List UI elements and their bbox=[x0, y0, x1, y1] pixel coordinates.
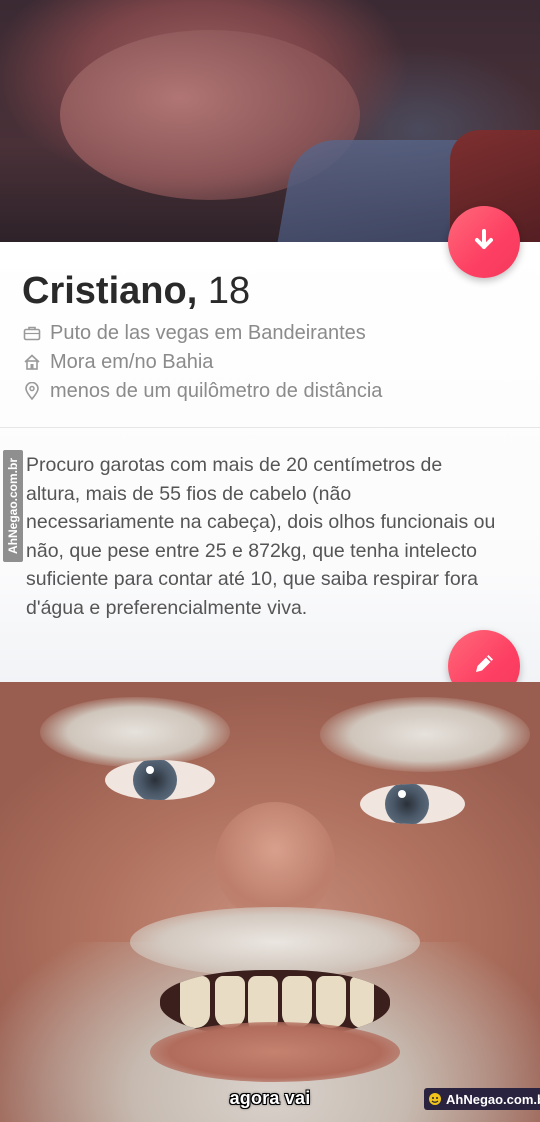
location-pin-icon bbox=[22, 381, 42, 401]
profile-age: 18 bbox=[207, 270, 251, 312]
profile-name-line: Cristiano, 18 bbox=[22, 270, 250, 313]
job-row: Puto de las vegas em Bandeirantes bbox=[22, 320, 366, 346]
meme-photo bbox=[0, 682, 540, 1122]
profile-info-card: Cristiano, 18 Puto de las vegas em Bande… bbox=[0, 242, 540, 682]
site-logo-icon bbox=[428, 1092, 442, 1106]
section-divider bbox=[0, 427, 540, 428]
mustache bbox=[130, 907, 420, 977]
lives-in-row: Mora em/no Bahia bbox=[22, 349, 213, 375]
lower-lip bbox=[150, 1022, 400, 1082]
nose bbox=[215, 802, 335, 922]
briefcase-icon bbox=[22, 323, 42, 343]
watermark-badge-text: AhNegao.com.br bbox=[446, 1091, 540, 1107]
distance-text: menos de um quilômetro de distância bbox=[50, 379, 383, 402]
job-text: Puto de las vegas em Bandeirantes bbox=[50, 321, 366, 344]
house-icon bbox=[22, 352, 42, 372]
profile-name: Cristiano, bbox=[22, 270, 198, 312]
collapse-profile-button[interactable] bbox=[448, 206, 520, 278]
pencil-icon bbox=[470, 650, 498, 683]
lives-in-text: Mora em/no Bahia bbox=[50, 350, 214, 373]
left-eye bbox=[105, 760, 215, 800]
distance-row: menos de um quilômetro de distância bbox=[22, 378, 382, 404]
arrow-down-icon bbox=[471, 227, 497, 258]
profile-photo bbox=[0, 0, 540, 242]
side-watermark-text: AhNegao.com.br bbox=[6, 457, 20, 555]
right-eyebrow bbox=[320, 697, 530, 772]
left-eyebrow bbox=[40, 697, 230, 767]
right-eye bbox=[360, 784, 465, 824]
profile-bio: Procuro garotas com mais de 20 centímetr… bbox=[26, 454, 496, 619]
watermark-badge: AhNegao.com.br bbox=[424, 1088, 540, 1110]
side-watermark: AhNegao.com.br bbox=[3, 450, 23, 562]
